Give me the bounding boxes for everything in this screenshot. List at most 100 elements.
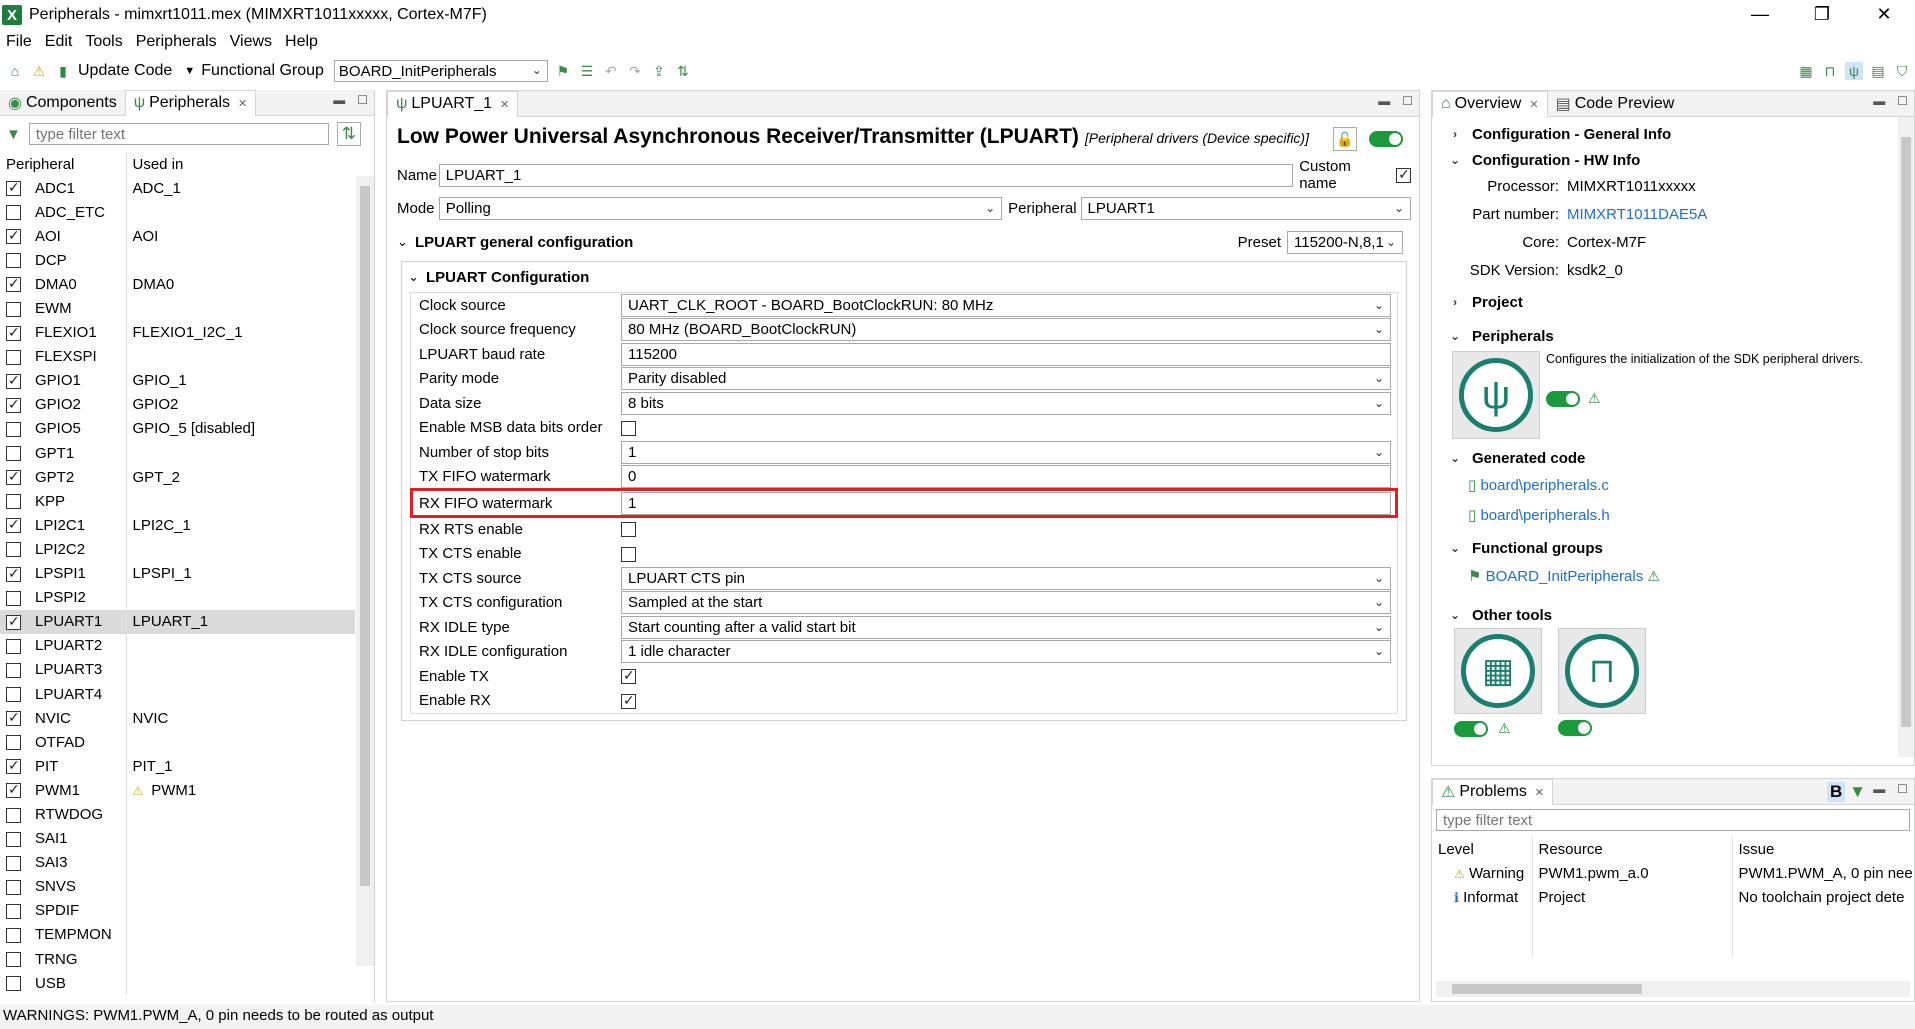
clocks-tool-icon[interactable]: ⊓: [1558, 628, 1646, 714]
clocks-perspective-icon[interactable]: ⊓: [1821, 62, 1839, 80]
redo-icon[interactable]: ↷: [626, 62, 644, 80]
general-info-section[interactable]: › Configuration - General Info: [1446, 121, 1884, 147]
config-select[interactable]: Parity disabled ⌄: [621, 367, 1391, 391]
peripheral-row[interactable]: GPIO1 GPIO_1: [0, 368, 355, 393]
peripheral-row[interactable]: LPSPI1 LPSPI_1: [0, 561, 355, 586]
config-input[interactable]: 0: [621, 465, 1391, 489]
peripheral-checkbox[interactable]: [6, 324, 21, 341]
minimize-view-icon[interactable]: ▬: [333, 93, 345, 107]
update-code-dropdown-icon[interactable]: ▼: [184, 65, 195, 77]
peripheral-checkbox[interactable]: [6, 446, 21, 462]
config-checkbox[interactable]: [621, 522, 636, 538]
tab-overview[interactable]: ⌂ Overview ✕: [1432, 90, 1548, 117]
chevron-down-icon[interactable]: ⌄: [408, 269, 426, 285]
col-peripheral[interactable]: Peripheral: [0, 152, 127, 176]
peripheral-row[interactable]: NVIC NVIC: [0, 706, 355, 731]
peripheral-checkbox[interactable]: [6, 781, 21, 799]
menu-file[interactable]: File: [6, 33, 32, 51]
peripheral-row[interactable]: USB: [0, 971, 355, 996]
maximize-view-icon[interactable]: ☐: [1402, 94, 1413, 108]
peripheral-row[interactable]: SPDIF: [0, 898, 355, 923]
peripheral-row[interactable]: GPIO2 GPIO2: [0, 392, 355, 417]
peripheral-checkbox[interactable]: [6, 179, 21, 197]
minimize-view-icon[interactable]: ▬: [1873, 94, 1885, 108]
peripheral-row[interactable]: FLEXIO1 FLEXIO1_I2C_1: [0, 320, 355, 345]
config-input[interactable]: 115200: [621, 342, 1391, 366]
peripheral-row[interactable]: OTFAD: [0, 730, 355, 755]
peripheral-row[interactable]: TRNG: [0, 947, 355, 972]
peripheral-row[interactable]: SAI1: [0, 826, 355, 851]
part-number-link[interactable]: MIMXRT1011DAE5A: [1567, 201, 1707, 229]
functional-group-select[interactable]: BOARD_InitPeripherals ⌄: [333, 60, 548, 82]
menu-help[interactable]: Help: [285, 33, 318, 51]
pins-tool-toggle[interactable]: [1454, 720, 1488, 737]
peripheral-checkbox[interactable]: [6, 542, 21, 558]
peripheral-row[interactable]: LPI2C1 LPI2C_1: [0, 513, 355, 538]
sort-icon[interactable]: ⇅: [674, 62, 692, 80]
lock-icon[interactable]: 🔓: [1333, 127, 1357, 151]
lpuart-config-section[interactable]: LPUART Configuration: [426, 269, 589, 286]
general-config-section[interactable]: LPUART general configuration: [415, 234, 633, 251]
peripheral-row[interactable]: SNVS: [0, 874, 355, 899]
peripheral-checkbox[interactable]: [6, 301, 21, 317]
peripheral-checkbox[interactable]: [6, 807, 21, 823]
peripheral-row[interactable]: LPSPI2: [0, 585, 355, 610]
pins-tool-icon[interactable]: ▦: [1454, 628, 1542, 714]
other-tools-section[interactable]: ⌄ Other tools: [1446, 602, 1884, 628]
peripheral-checkbox[interactable]: [6, 396, 21, 413]
close-tab-icon[interactable]: ✕: [1529, 98, 1538, 111]
col-used-in[interactable]: Used in: [126, 152, 355, 176]
peripheral-checkbox[interactable]: [6, 662, 21, 678]
peripheral-row[interactable]: DCP: [0, 248, 355, 273]
list-icon[interactable]: ☰: [578, 62, 596, 80]
tab-components[interactable]: ◉ Components: [0, 90, 125, 116]
peripherals-perspective-icon[interactable]: ψ: [1845, 62, 1863, 80]
functional-group-link[interactable]: BOARD_InitPeripherals: [1486, 568, 1644, 585]
filter-icon[interactable]: ▼: [1849, 782, 1866, 802]
config-select[interactable]: 1 idle character ⌄: [621, 640, 1391, 664]
peripheral-checkbox[interactable]: [6, 855, 21, 871]
tab-peripherals[interactable]: ψ Peripherals ✕: [124, 89, 257, 116]
peripheral-checkbox[interactable]: [6, 494, 21, 510]
config-checkbox[interactable]: [621, 667, 636, 685]
peripheral-checkbox[interactable]: [6, 227, 21, 245]
maximize-view-icon[interactable]: ☐: [1897, 94, 1908, 108]
peripheral-checkbox[interactable]: [6, 879, 21, 895]
undo-icon[interactable]: ↶: [602, 62, 620, 80]
menu-views[interactable]: Views: [230, 33, 272, 51]
peripheral-checkbox[interactable]: [6, 927, 21, 943]
preset-select[interactable]: 115200-N,8,1 ⌄: [1287, 230, 1403, 254]
peripheral-row[interactable]: PWM1 ⚠ PWM1: [0, 778, 355, 803]
minimize-button[interactable]: —: [1729, 0, 1791, 30]
peripheral-row[interactable]: EWM: [0, 296, 355, 321]
scrollbar-thumb[interactable]: [1452, 984, 1642, 994]
problem-row[interactable]: ⚠ Warning PWM1.pwm_a.0 PWM1.PWM_A, 0 pin…: [1432, 861, 1912, 885]
config-select[interactable]: LPUART CTS pin ⌄: [621, 566, 1391, 590]
peripheral-row[interactable]: SAI3: [0, 850, 355, 875]
pins-perspective-icon[interactable]: ▦: [1797, 62, 1815, 80]
peripheral-checkbox[interactable]: [6, 952, 21, 968]
close-button[interactable]: ✕: [1853, 0, 1915, 30]
horizontal-scrollbar[interactable]: [1436, 981, 1910, 997]
peripheral-checkbox[interactable]: [6, 757, 21, 775]
config-select[interactable]: 8 bits ⌄: [621, 391, 1391, 415]
col-issue[interactable]: Issue: [1732, 837, 1912, 861]
peripheral-checkbox[interactable]: [6, 468, 21, 486]
peripheral-select[interactable]: LPUART1 ⌄: [1080, 196, 1411, 220]
config-select[interactable]: 80 MHz (BOARD_BootClockRUN) ⌄: [621, 318, 1391, 342]
peripheral-checkbox[interactable]: [6, 349, 21, 365]
peripheral-filter-input[interactable]: [28, 123, 329, 145]
hw-info-section[interactable]: ⌄ Configuration - HW Info: [1446, 147, 1884, 173]
maximize-view-icon[interactable]: ☐: [357, 93, 368, 107]
peripheral-checkbox[interactable]: [6, 372, 21, 389]
peripheral-checkbox[interactable]: [6, 516, 21, 534]
bold-filter-icon[interactable]: B: [1827, 782, 1846, 802]
menu-tools[interactable]: Tools: [85, 33, 122, 51]
config-select[interactable]: 1 ⌄: [621, 440, 1391, 464]
peripheral-row[interactable]: GPIO5 GPIO_5 [disabled]: [0, 416, 355, 442]
peripheral-row[interactable]: KPP: [0, 489, 355, 514]
close-tab-icon[interactable]: ✕: [500, 98, 509, 111]
custom-name-checkbox[interactable]: [1396, 166, 1411, 183]
problems-filter-input[interactable]: [1436, 809, 1910, 831]
minimize-view-icon[interactable]: ▬: [1378, 94, 1390, 108]
